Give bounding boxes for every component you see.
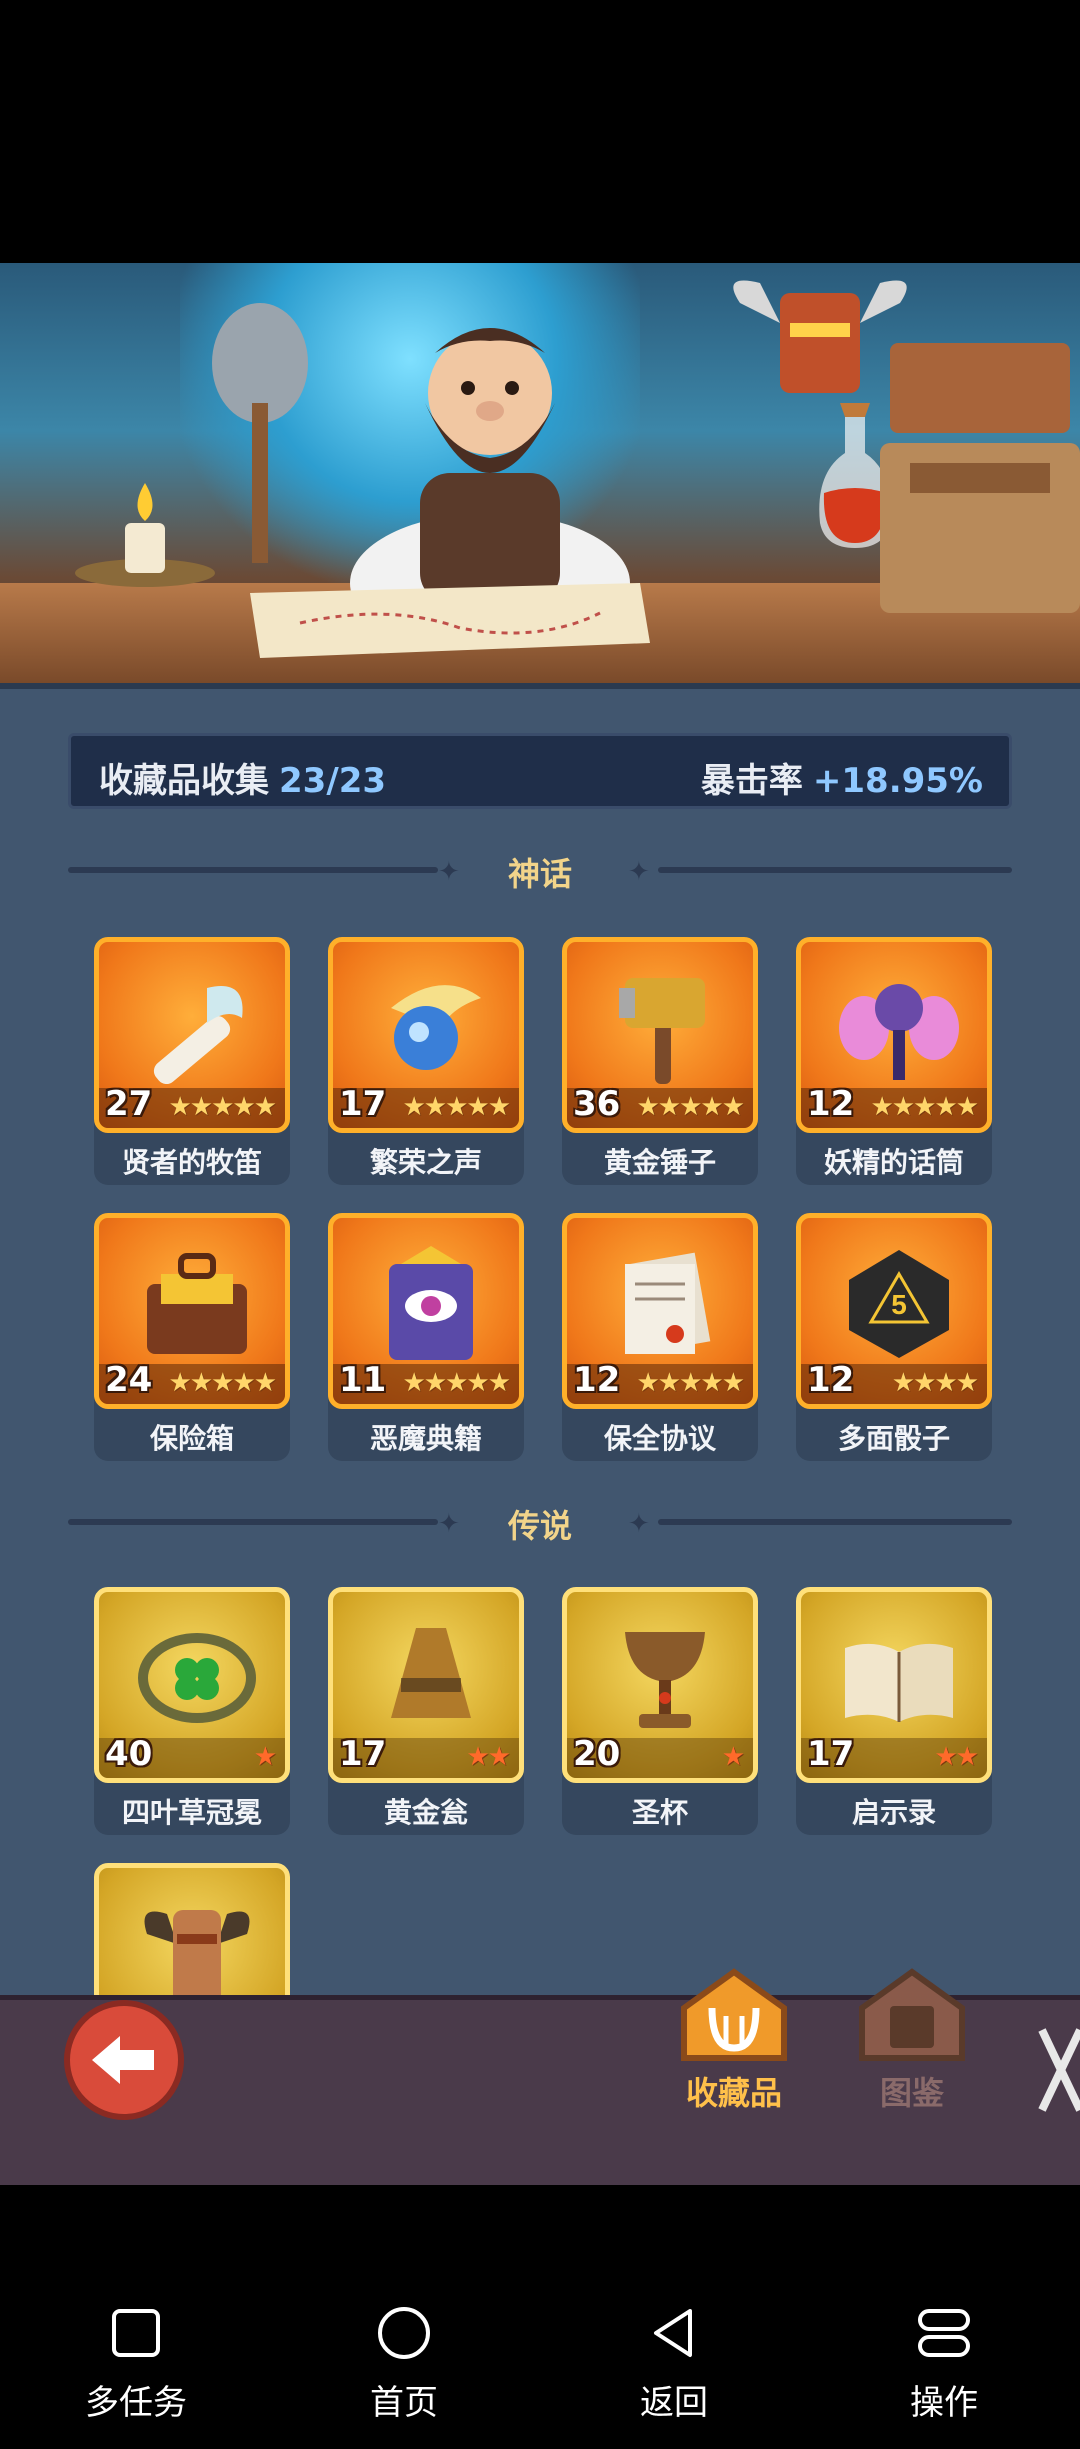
section-header-mythic: ✦ ✦ 神话: [68, 849, 1012, 893]
section-title-mythic: 神话: [507, 855, 572, 893]
star-rating: ★★★★★: [402, 1368, 511, 1398]
candle-icon: [75, 483, 215, 587]
item-name: 多面骰子: [837, 1422, 950, 1455]
item-count: 40: [105, 1734, 153, 1774]
star-rating: ★★★★★: [870, 1092, 979, 1122]
book-icon: [859, 1968, 965, 2061]
shopkeeper-banner: [0, 263, 1080, 683]
back-button[interactable]: [64, 2000, 184, 2120]
collection-summary-bar: 收藏品收集 23/23 暴击率 +18.95%: [68, 733, 1012, 809]
star-rating: ★: [253, 1742, 277, 1772]
horn-icon: [391, 985, 481, 1070]
collectible-card[interactable]: 27 ★★★★★ 贤者的牧笛: [94, 937, 290, 1185]
item-name: 妖精的话筒: [823, 1146, 964, 1179]
contract-icon: [625, 1252, 711, 1354]
chest-icon: [147, 1253, 247, 1354]
crit-rate-label: 暴击率: [700, 761, 803, 801]
treasure-chest-stack: [880, 343, 1080, 613]
nav-home-button[interactable]: 首页: [304, 2295, 504, 2435]
star-rating: ★: [721, 1742, 745, 1772]
item-name: 保险箱: [149, 1422, 234, 1455]
triangle-back-icon: [654, 2309, 692, 2357]
revelation-book-icon: [845, 1643, 953, 1722]
section-title-legend: 传说: [507, 1507, 572, 1545]
item-name: 圣杯: [631, 1796, 688, 1829]
tab-collection[interactable]: 收藏品: [664, 1968, 804, 2112]
tab-codex-label: 图鉴: [879, 2074, 944, 2112]
collectible-card[interactable]: 17 ★★★★★ 繁荣之声: [328, 937, 524, 1185]
collectible-card[interactable]: 12 ★★★★★ 保全协议: [562, 1213, 758, 1461]
collectible-card[interactable]: 17 ★★ 启示录: [796, 1587, 992, 1835]
microphone-icon: [839, 984, 959, 1080]
collection-count: 23/23: [279, 761, 387, 801]
item-name: 四叶草冠冕: [121, 1796, 262, 1829]
section-header-legend: ✦ ✦ 传说: [68, 1501, 1012, 1545]
item-count: 12: [807, 1084, 855, 1124]
lyre-icon: [681, 1968, 787, 2061]
item-count: 17: [339, 1084, 387, 1124]
tab-collection-label: 收藏品: [685, 2074, 782, 2112]
item-count: 11: [339, 1360, 387, 1400]
collectible-card[interactable]: 11 ★★★★★ 恶魔典籍: [328, 1213, 524, 1461]
item-name: 启示录: [851, 1796, 936, 1829]
star-rating: ★★★★★: [636, 1368, 745, 1398]
star-rating: ★★★★★: [636, 1092, 745, 1122]
star-rating: ★★★★★: [168, 1368, 277, 1398]
collectible-card[interactable]: 40 ★ 四叶草冠冕: [94, 1587, 290, 1835]
item-count: 17: [807, 1734, 855, 1774]
nav-operate-button[interactable]: 操作: [844, 2295, 1044, 2435]
collectible-card-partial[interactable]: [94, 1863, 290, 2001]
nav-operate-label: 操作: [910, 2383, 978, 2423]
collectible-card[interactable]: 36 ★★★★★ 黄金锤子: [562, 937, 758, 1185]
collectible-card[interactable]: 24 ★★★★★ 保险箱: [94, 1213, 290, 1461]
item-name: 恶魔典籍: [369, 1422, 482, 1455]
flute-icon: [153, 986, 243, 1085]
map-scroll-icon: [250, 583, 650, 658]
collectible-card[interactable]: 17 ★★ 黄金瓮: [328, 1587, 524, 1835]
clover-crown-icon: [138, 1633, 256, 1723]
hammer-icon: [619, 978, 705, 1084]
star-rating: ★★★★★: [402, 1092, 511, 1122]
crossed-tools-icon[interactable]: [1038, 2020, 1080, 2120]
item-name: 繁荣之声: [369, 1146, 482, 1179]
status-bar-area: [0, 0, 1080, 263]
item-count: 17: [339, 1734, 387, 1774]
collectible-card[interactable]: 20 ★ 圣杯: [562, 1587, 758, 1835]
item-name: 保全协议: [603, 1422, 716, 1455]
collectible-card[interactable]: 5 12 ★★★★ 多面骰子: [796, 1213, 992, 1461]
item-count: 12: [807, 1360, 855, 1400]
golden-urn-icon: [391, 1628, 471, 1718]
item-count: 27: [105, 1084, 153, 1124]
nav-back-label: 返回: [640, 2383, 708, 2423]
item-count: 20: [573, 1734, 621, 1774]
item-name: 黄金瓮: [383, 1796, 468, 1829]
item-count: 36: [573, 1084, 621, 1124]
circle-icon: [378, 2307, 430, 2359]
toggle-icon: [918, 2309, 970, 2357]
item-count: 24: [105, 1360, 153, 1400]
grail-icon: [625, 1632, 705, 1728]
item-name: 贤者的牧笛: [121, 1146, 262, 1179]
svg-text:5: 5: [891, 1289, 907, 1320]
nav-home-label: 首页: [370, 2383, 438, 2423]
square-icon: [112, 2309, 160, 2357]
item-name: 黄金锤子: [603, 1146, 716, 1179]
item-count: 12: [573, 1360, 621, 1400]
star-rating: ★★★★: [891, 1368, 979, 1398]
arrow-left-icon: [92, 2036, 154, 2084]
collection-panel: 收藏品收集 23/23 暴击率 +18.95% ✦ ✦ 神话 27 ★★★★★ 贤者…: [0, 683, 1080, 2001]
nav-multitask-button[interactable]: 多任务: [36, 2295, 236, 2435]
horned-totem-icon: [144, 1910, 250, 2001]
collection-label: 收藏品收集: [99, 761, 269, 801]
tab-codex[interactable]: 图鉴: [842, 1968, 982, 2112]
star-rating: ★★: [934, 1742, 979, 1772]
crit-rate-value: +18.95%: [812, 761, 983, 801]
nav-multitask-label: 多任务: [85, 2383, 187, 2423]
star-rating: ★★★★★: [168, 1092, 277, 1122]
dice-icon: 5: [849, 1250, 949, 1358]
star-rating: ★★: [466, 1742, 511, 1772]
nav-back-button[interactable]: 返回: [574, 2295, 774, 2435]
demon-book-icon: [389, 1246, 473, 1360]
collectible-card[interactable]: 12 ★★★★★ 妖精的话筒: [796, 937, 992, 1185]
